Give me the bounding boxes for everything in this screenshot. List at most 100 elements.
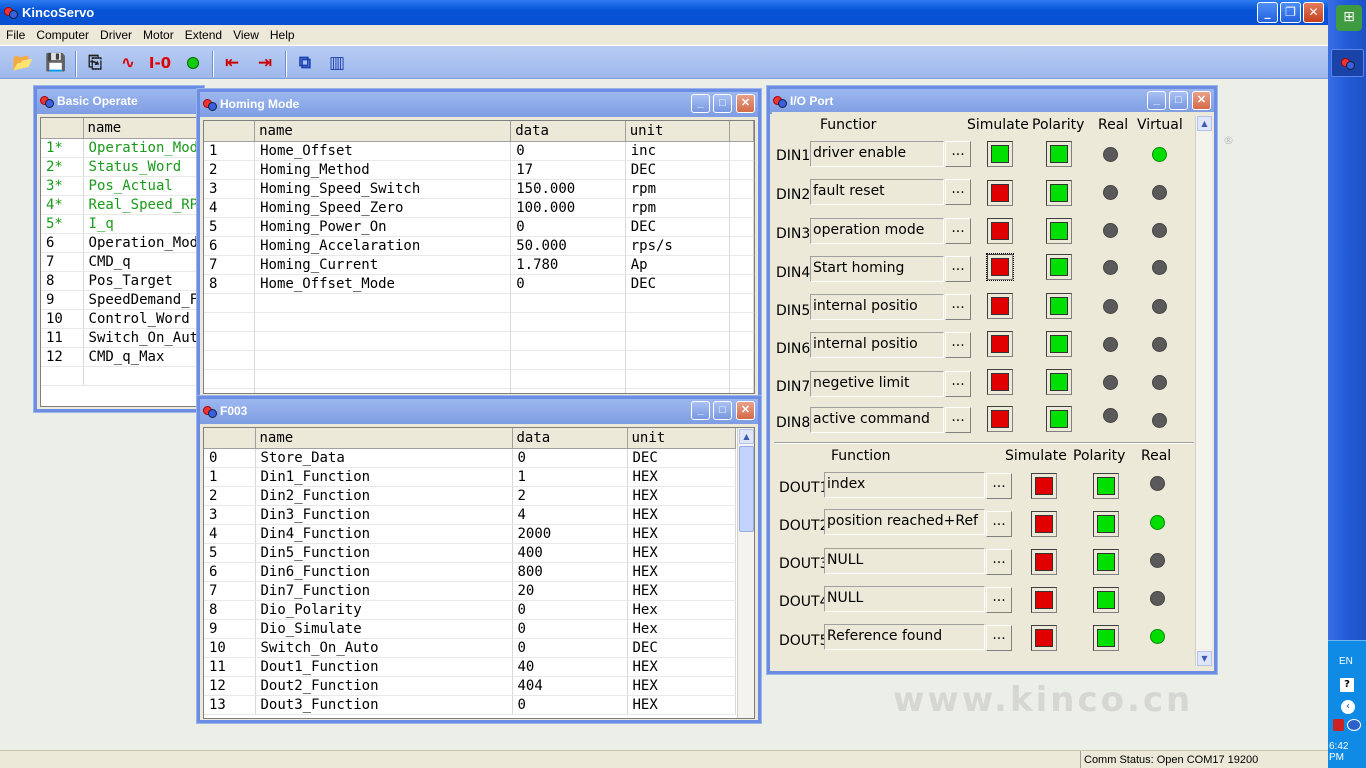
row-data[interactable]: 40 [512,657,628,677]
table-row[interactable]: 5 Homing_Power_On 0 DEC [204,217,754,237]
din-virtual-led-icon[interactable] [1152,413,1167,428]
table-row[interactable]: 7 Homing_Current 1.780 Ap [204,255,754,275]
row-data[interactable]: 1.780 [510,255,626,275]
dout-polarity-toggle[interactable] [1093,625,1119,651]
row-data[interactable]: 150.000 [510,179,626,199]
table-row[interactable]: 2 Din2_Function 2 HEX [204,486,736,506]
table-row[interactable]: 5 Din5_Function 400 HEX [204,543,736,563]
table-row[interactable]: 7 CMD_q [41,252,209,272]
windows-start-icon[interactable]: ⊞ [1336,5,1362,31]
dout-function-field[interactable]: NULL [824,548,985,574]
row-data[interactable]: 1 [512,467,628,487]
dout-function-browse-button[interactable]: ... [986,549,1012,575]
dout-function-field[interactable]: index [824,472,985,498]
din-function-browse-button[interactable]: ... [945,407,971,433]
table-row[interactable]: 10 Switch_On_Auto 0 DEC [204,638,736,658]
din-simulate-toggle[interactable] [987,369,1013,395]
din-polarity-toggle[interactable] [1046,293,1072,319]
status-light-icon[interactable] [180,52,206,76]
column-header-name[interactable]: name [255,428,513,449]
io-vertical-scrollbar[interactable]: ▲ ▼ [1195,116,1212,666]
scroll-down-arrow-icon[interactable]: ▼ [1197,651,1212,666]
din-function-field[interactable]: Start homing [810,256,944,282]
table-row[interactable] [204,369,754,389]
minimize-button[interactable]: _ [1257,2,1278,23]
din-polarity-toggle[interactable] [1046,331,1072,357]
window-title-bar[interactable]: F003 _ □ ✕ [200,399,758,424]
table-row[interactable]: 0 Store_Data 0 DEC [204,448,736,468]
column-header-unit[interactable]: unit [627,428,736,449]
table-row[interactable]: 3* Pos_Actual [41,176,209,196]
table-row[interactable]: 1* Operation_Mod [41,138,209,158]
table-row[interactable] [204,388,754,393]
table-row[interactable]: 1 Din1_Function 1 HEX [204,467,736,487]
din-function-field[interactable]: driver enable [810,141,944,167]
scroll-up-arrow-icon[interactable]: ▲ [1197,116,1212,131]
dout-simulate-toggle[interactable] [1031,587,1057,613]
din-virtual-led-icon[interactable] [1152,147,1167,162]
table-row[interactable] [41,366,209,386]
table-row[interactable]: 1 Home_Offset 0 inc [204,141,754,161]
table-row[interactable]: 8 Home_Offset_Mode 0 DEC [204,274,754,294]
row-data[interactable]: 50.000 [510,236,626,256]
table-row[interactable]: 8 Pos_Target [41,271,209,291]
table-row[interactable]: 5* I_q [41,214,209,234]
din-virtual-led-icon[interactable] [1152,299,1167,314]
connect-icon[interactable]: ⎘ [82,52,108,76]
din-function-browse-button[interactable]: ... [945,332,971,358]
minimize-button[interactable]: _ [691,94,710,113]
save-icon[interactable]: 💾 [43,52,69,76]
table-row[interactable]: 4 Din4_Function 2000 HEX [204,524,736,544]
dout-function-field[interactable]: Reference found [824,624,985,650]
table-row[interactable]: 12 Dout2_Function 404 HEX [204,676,736,696]
din-polarity-toggle[interactable] [1046,254,1072,280]
table-row[interactable]: 8 Dio_Polarity 0 Hex [204,600,736,620]
dout-function-field[interactable]: position reached+Ref [824,509,985,535]
dout-simulate-toggle[interactable] [1031,511,1057,537]
table-row[interactable] [204,293,754,313]
row-data[interactable]: 2000 [512,524,628,544]
table-row[interactable]: 6 Homing_Accelaration 50.000 rps/s [204,236,754,256]
dout-function-browse-button[interactable]: ... [986,511,1012,537]
din-polarity-toggle[interactable] [1046,218,1072,244]
close-button[interactable]: ✕ [1192,91,1211,110]
column-header-name[interactable]: name [83,118,209,139]
menu-computer[interactable]: Computer [30,25,94,42]
row-data[interactable]: 100.000 [510,198,626,218]
din-simulate-toggle[interactable] [987,293,1013,319]
row-data[interactable]: 0 [510,141,626,161]
table-row[interactable]: 12 CMD_q_Max [41,347,209,367]
maximize-button[interactable]: □ [713,94,732,113]
row-data[interactable]: 0 [510,274,626,294]
window-title-bar[interactable]: Homing Mode _ □ ✕ [200,92,758,117]
close-button[interactable]: ✕ [1303,2,1324,23]
din-simulate-toggle[interactable] [987,406,1013,432]
upload-icon[interactable]: ⇤ [219,52,245,76]
din-function-browse-button[interactable]: ... [945,141,971,167]
dout-polarity-toggle[interactable] [1093,473,1119,499]
dout-function-browse-button[interactable]: ... [986,473,1012,499]
din-virtual-led-icon[interactable] [1152,337,1167,352]
din-polarity-toggle[interactable] [1046,369,1072,395]
close-button[interactable]: ✕ [736,94,755,113]
io-icon[interactable]: I-0 [147,52,173,76]
din-simulate-toggle[interactable] [986,253,1014,281]
column-header-data[interactable]: data [512,428,628,449]
menu-motor[interactable]: Motor [137,25,179,42]
minimize-button[interactable]: _ [1147,91,1166,110]
close-button[interactable]: ✕ [736,401,755,420]
table-row[interactable]: 3 Homing_Speed_Switch 150.000 rpm [204,179,754,199]
din-simulate-toggle[interactable] [987,141,1013,167]
din-function-browse-button[interactable]: ... [945,294,971,320]
help-icon[interactable]: ? [1340,678,1354,692]
column-header-unit[interactable]: unit [625,121,731,142]
dout-simulate-toggle[interactable] [1031,549,1057,575]
row-data[interactable]: 0 [512,638,628,658]
dout-function-browse-button[interactable]: ... [986,625,1012,651]
menu-extend[interactable]: Extend [179,25,227,42]
table-row[interactable] [204,350,754,370]
window-title-bar[interactable]: Basic Operate [37,89,201,114]
row-data[interactable]: 4 [512,505,628,525]
scope-icon[interactable]: ∿ [115,52,141,76]
din-virtual-led-icon[interactable] [1152,185,1167,200]
